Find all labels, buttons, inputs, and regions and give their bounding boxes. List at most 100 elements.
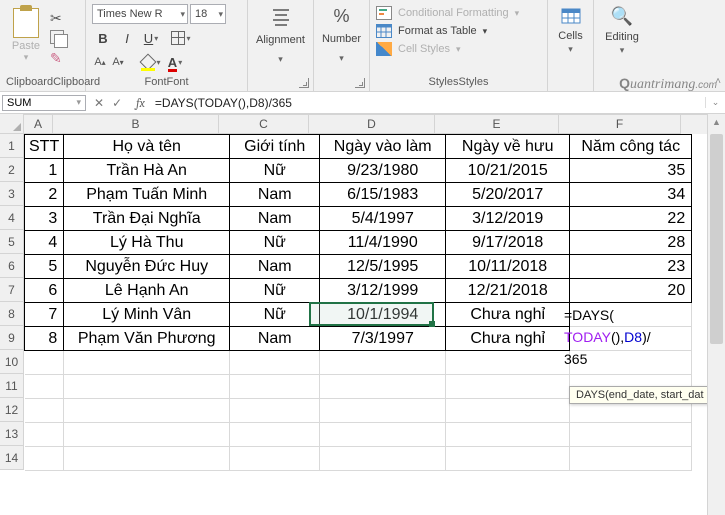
row-header[interactable]: 5 [0,230,24,254]
cell[interactable]: Nam [230,207,320,231]
row-header[interactable]: 2 [0,158,24,182]
cell[interactable] [570,327,692,351]
cell[interactable]: 9/23/1980 [320,159,446,183]
row-header[interactable]: 12 [0,398,24,422]
dialog-launcher-icon[interactable] [299,78,309,88]
decrease-font-button[interactable]: A▾ [110,53,126,71]
select-all-corner[interactable] [0,114,24,134]
cell[interactable]: Chưa nghỉ [446,303,570,327]
header-cell[interactable]: Ngày về hưu [446,135,570,159]
cell[interactable]: 23 [570,255,692,279]
cell[interactable]: Lê Hạnh An [64,279,230,303]
alignment-icon[interactable] [270,6,292,28]
grid[interactable]: STT Họ và tên Giới tính Ngày vào làm Ngà… [24,134,707,515]
cell[interactable]: 22 [570,207,692,231]
cell[interactable]: 10/1/1994 [320,303,446,327]
cell[interactable]: Trần Đại Nghĩa [64,207,230,231]
underline-button[interactable]: U▾ [140,28,162,48]
vertical-scrollbar[interactable]: ▲ [707,114,725,515]
cells-icon[interactable] [561,6,581,26]
row-header[interactable]: 14 [0,446,24,470]
paste-button[interactable]: Paste ▾ [6,8,46,63]
cell[interactable]: Nữ [230,159,320,183]
col-header[interactable]: A [24,115,53,134]
cell-styles-button[interactable]: Cell Styles ▾ [376,42,541,56]
cell[interactable]: 5 [25,255,64,279]
cell[interactable]: 12/5/1995 [320,255,446,279]
cell[interactable]: 5/4/1997 [320,207,446,231]
cell[interactable]: Phạm Tuấn Minh [64,183,230,207]
header-cell[interactable]: STT [25,135,64,159]
col-header[interactable]: C [219,115,309,134]
cell[interactable]: Lý Hà Thu [64,231,230,255]
cell[interactable]: 6/15/1983 [320,183,446,207]
find-icon[interactable]: 🔍 [611,6,633,27]
cell[interactable]: Nữ [230,231,320,255]
bold-button[interactable]: B [92,28,114,48]
row-header[interactable]: 7 [0,278,24,302]
col-header[interactable]: B [53,115,219,134]
scroll-up-icon[interactable]: ▲ [708,114,725,127]
cell[interactable]: 8 [25,327,64,351]
cell[interactable]: 7/3/1997 [320,327,446,351]
cell[interactable]: 3/12/2019 [446,207,570,231]
increase-font-button[interactable]: A▴ [92,53,108,71]
fx-icon[interactable]: fx [130,96,151,110]
name-box[interactable]: SUM [2,95,86,111]
collapse-ribbon-icon[interactable]: ˄ [715,76,721,87]
row-header[interactable]: 8 [0,302,24,326]
cell[interactable]: 35 [570,159,692,183]
cell[interactable]: 5/20/2017 [446,183,570,207]
row-header[interactable]: 11 [0,374,24,398]
cell[interactable]: Nam [230,327,320,351]
cell[interactable]: 10/21/2015 [446,159,570,183]
cell[interactable]: 3 [25,207,64,231]
enter-formula-button[interactable]: ✓ [112,96,122,110]
col-header[interactable]: D [309,115,435,134]
header-cell[interactable]: Họ và tên [64,135,230,159]
row-header[interactable]: 6 [0,254,24,278]
format-painter-icon[interactable]: ✎ [50,50,66,64]
formula-input[interactable]: =DAYS(TODAY(),D8)/365 [151,95,705,111]
cell[interactable]: Phạm Văn Phương [64,327,230,351]
cell[interactable]: Trần Hà An [64,159,230,183]
cell[interactable]: 11/4/1990 [320,231,446,255]
header-cell[interactable]: Năm công tác [570,135,692,159]
font-name-combo[interactable]: Times New R [92,4,188,24]
row-header[interactable]: 10 [0,350,24,374]
row-header[interactable]: 3 [0,182,24,206]
italic-button[interactable]: I [116,28,138,48]
cell[interactable]: Lý Minh Vân [64,303,230,327]
row-header[interactable]: 4 [0,206,24,230]
cell[interactable]: 28 [570,231,692,255]
cell[interactable]: 1 [25,159,64,183]
font-size-combo[interactable]: 18 [190,4,226,24]
cell[interactable]: 9/17/2018 [446,231,570,255]
cell[interactable]: 10/11/2018 [446,255,570,279]
dialog-launcher-icon[interactable] [355,78,365,88]
cell[interactable]: 3/12/1999 [320,279,446,303]
copy-icon[interactable] [50,30,64,44]
col-header[interactable]: E [435,115,559,134]
row-header[interactable]: 1 [0,134,24,158]
cell[interactable]: 20 [570,279,692,303]
cell[interactable]: 2 [25,183,64,207]
font-color-button[interactable]: A▾ [164,52,186,72]
cell[interactable]: 34 [570,183,692,207]
cell[interactable]: Chưa nghỉ [446,327,570,351]
header-cell[interactable]: Ngày vào làm [320,135,446,159]
scroll-thumb[interactable] [710,134,723,344]
cell[interactable]: 12/21/2018 [446,279,570,303]
expand-formula-bar-icon[interactable]: ⌄ [705,97,725,108]
header-cell[interactable]: Giới tính [230,135,320,159]
cell[interactable]: Nam [230,183,320,207]
conditional-formatting-button[interactable]: Conditional Formatting ▾ [376,6,541,20]
cell[interactable]: Nữ [230,279,320,303]
cell[interactable]: 6 [25,279,64,303]
cell[interactable]: Nữ [230,303,320,327]
row-header[interactable]: 9 [0,326,24,350]
cell[interactable] [570,303,692,327]
cell[interactable]: Nguyễn Đức Huy [64,255,230,279]
col-header[interactable]: F [559,115,681,134]
percent-icon[interactable]: % [333,6,349,27]
